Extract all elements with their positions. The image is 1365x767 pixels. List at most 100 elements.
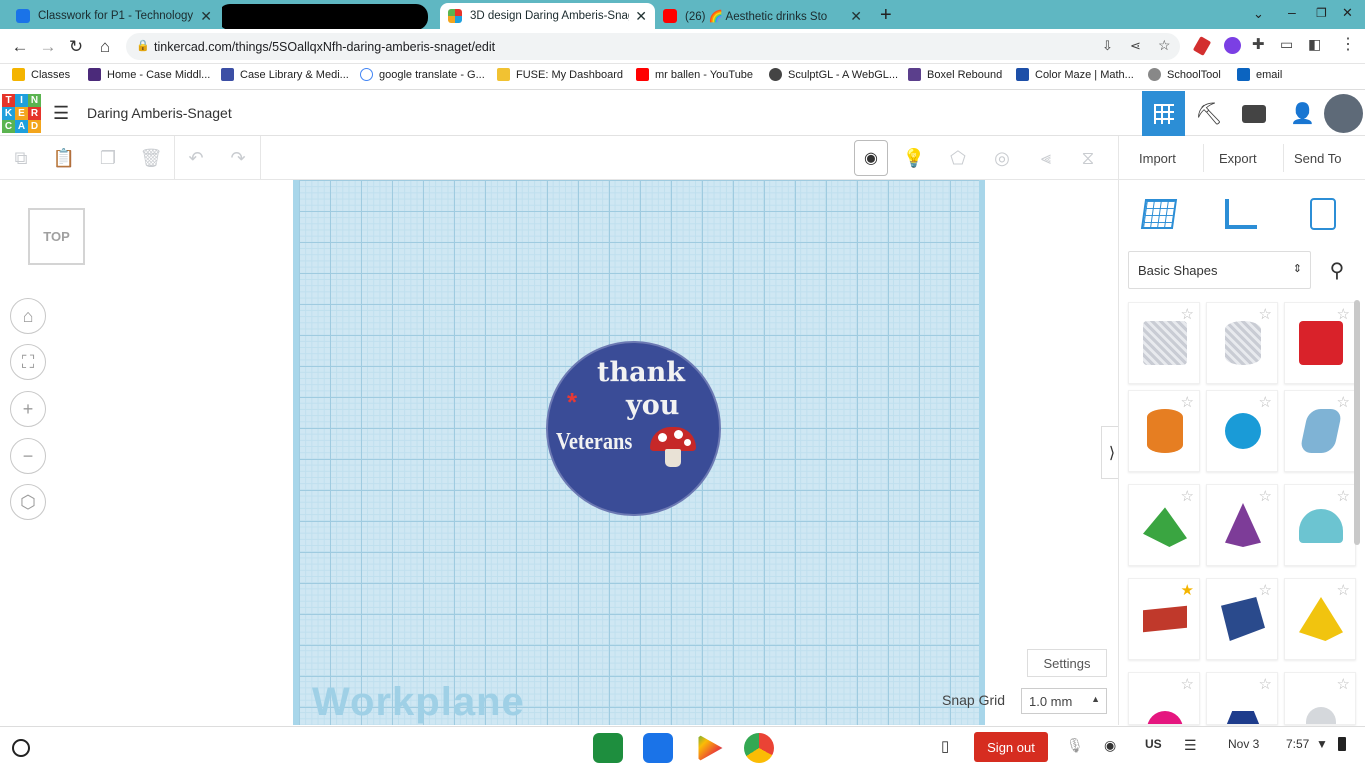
mirror-icon[interactable]: ⧖	[1076, 146, 1100, 170]
launcher-icon[interactable]	[12, 739, 30, 757]
workplane-tool-icon[interactable]	[1139, 194, 1179, 234]
shape-tile-cone[interactable]: ☆	[1206, 484, 1278, 566]
group-icon[interactable]: ⬠	[946, 146, 970, 170]
favorite-star-icon[interactable]: ☆	[1181, 487, 1194, 505]
bookmark-mr-ballen[interactable]: mr ballen - YouTube	[636, 68, 753, 81]
classroom-app-icon[interactable]	[593, 733, 623, 763]
shape-tile-sphere[interactable]: ☆	[1206, 390, 1278, 472]
search-icon[interactable]: ⚲	[1316, 251, 1358, 289]
home-view-icon[interactable]: ⌂	[10, 298, 46, 334]
bookmark-home-case[interactable]: Home - Case Middl...	[88, 68, 210, 81]
shape-tile-pyramid[interactable]: ☆	[1284, 578, 1356, 660]
cast-icon[interactable]: ▭	[1280, 36, 1293, 53]
favorite-star-icon[interactable]: ☆	[1337, 393, 1350, 411]
bookmark-color-maze[interactable]: Color Maze | Math...	[1016, 68, 1134, 81]
bookmark-fuse[interactable]: FUSE: My Dashboard	[497, 68, 623, 81]
shape-category-select[interactable]: Basic Shapes ⇕	[1128, 251, 1311, 289]
install-icon[interactable]: ⇩	[1102, 38, 1113, 54]
avatar[interactable]	[1324, 94, 1363, 133]
import-button[interactable]: Import	[1129, 144, 1186, 172]
favorite-star-icon[interactable]: ☆	[1259, 487, 1272, 505]
favorite-star-icon[interactable]: ☆	[1337, 305, 1350, 323]
send-to-button[interactable]: Send To	[1284, 144, 1351, 172]
select-to-speak-icon[interactable]: ◉	[1104, 737, 1116, 754]
close-tab-icon[interactable]: ✕	[635, 8, 647, 25]
tab-search-chevron-icon[interactable]: ⌄	[1253, 6, 1264, 22]
chrome-app-icon[interactable]	[744, 733, 774, 763]
favorite-star-icon[interactable]: ★	[1181, 581, 1194, 599]
restore-icon[interactable]: ❐	[1316, 6, 1327, 20]
shape-tile-cylinder[interactable]: ☆	[1128, 390, 1200, 472]
favorite-star-icon[interactable]: ☆	[1337, 581, 1350, 599]
favorite-star-icon[interactable]: ☆	[1181, 393, 1194, 411]
view-cube[interactable]: TOP	[28, 208, 85, 265]
duplicate-icon[interactable]: ❐	[96, 146, 120, 170]
shape-tile-half-sphere[interactable]: ☆	[1128, 672, 1200, 725]
files-app-icon[interactable]	[643, 733, 673, 763]
undo-icon[interactable]: ↶	[184, 146, 208, 170]
pickaxe-icon[interactable]: ⛏	[1195, 101, 1223, 127]
shape-tile-polygon[interactable]: ☆	[1206, 672, 1278, 725]
chrome-menu-icon[interactable]: ⋮	[1340, 34, 1356, 54]
3d-design-view-button[interactable]	[1142, 91, 1185, 136]
sign-out-button[interactable]: Sign out	[974, 732, 1048, 762]
bookmark-boxel[interactable]: Boxel Rebound	[908, 68, 1002, 81]
bookmark-google-translate[interactable]: google translate - G...	[360, 68, 485, 81]
mic-icon[interactable]: 🎙	[1066, 737, 1084, 754]
shape-tile-paraboloid[interactable]: ☆	[1284, 672, 1356, 725]
bookmark-star-icon[interactable]: ☆	[1158, 37, 1171, 54]
favorite-star-icon[interactable]: ☆	[1337, 675, 1350, 693]
fit-view-icon[interactable]: ⛶	[10, 344, 46, 380]
settings-button[interactable]: Settings	[1027, 649, 1107, 677]
favorite-star-icon[interactable]: ☆	[1181, 675, 1194, 693]
align-icon[interactable]: ⫷	[1034, 146, 1058, 170]
bookmark-schooltool[interactable]: SchoolTool	[1148, 68, 1221, 81]
extensions-puzzle-icon[interactable]: ✚	[1252, 35, 1265, 53]
bookmark-classes[interactable]: Classes	[12, 68, 70, 81]
panel-scrollbar[interactable]	[1354, 300, 1360, 545]
close-tab-icon[interactable]: ✕	[850, 8, 862, 25]
shape-tile-box-hole[interactable]: ☆	[1128, 302, 1200, 384]
reload-icon[interactable]: ↻	[64, 35, 88, 59]
zoom-out-icon[interactable]: −	[10, 438, 46, 474]
tab-classwork[interactable]: Classwork for P1 - Technology - ✕	[8, 3, 220, 29]
bookmark-case-library[interactable]: Case Library & Medi...	[221, 68, 349, 81]
favorite-star-icon[interactable]: ☆	[1337, 487, 1350, 505]
favorite-star-icon[interactable]: ☆	[1259, 393, 1272, 411]
shape-tile-box[interactable]: ☆	[1284, 302, 1356, 384]
date[interactable]: Nov 3	[1228, 737, 1259, 751]
favorite-star-icon[interactable]: ☆	[1259, 675, 1272, 693]
home-icon[interactable]: ⌂	[93, 35, 117, 59]
perspective-icon[interactable]: ⬡	[10, 484, 46, 520]
design-canvas[interactable]: Workplane thank you * Veterans TOP ⌂ ⛶ +…	[0, 180, 1118, 725]
bricks-icon[interactable]	[1242, 105, 1266, 123]
minimize-icon[interactable]: –	[1288, 4, 1296, 20]
clock[interactable]: 7:57	[1286, 737, 1309, 751]
shape-tile-shape-generator[interactable]: ☆	[1206, 578, 1278, 660]
favorite-star-icon[interactable]: ☆	[1259, 305, 1272, 323]
bookmark-email[interactable]: email	[1237, 68, 1282, 81]
share-icon[interactable]: ⋖	[1130, 38, 1141, 54]
tote-icon[interactable]: ☰	[1184, 737, 1197, 754]
tab-tinkercad[interactable]: 3D design Daring Amberis-Snag ✕	[440, 3, 655, 29]
ruler-icon[interactable]	[1221, 194, 1261, 234]
zoom-in-icon[interactable]: +	[10, 391, 46, 427]
notes-icon[interactable]: ◉	[854, 140, 888, 176]
design-title[interactable]: Daring Amberis-Snaget	[87, 105, 232, 121]
close-window-icon[interactable]: ✕	[1342, 5, 1353, 21]
shape-tile-text[interactable]: ★	[1128, 578, 1200, 660]
lightbulb-icon[interactable]: 💡	[902, 146, 926, 170]
thank-you-veterans-disc[interactable]: thank you * Veterans	[546, 341, 721, 516]
tab-youtube[interactable]: (26) 🌈 Aesthetic drinks Sto ✕	[655, 3, 870, 29]
new-tab-icon[interactable]: +	[880, 4, 892, 27]
back-icon[interactable]: ←	[8, 35, 32, 59]
extension-purple-icon[interactable]	[1224, 37, 1241, 54]
side-panel-icon[interactable]: ◧	[1308, 36, 1321, 53]
redo-icon[interactable]: ↷	[226, 146, 250, 170]
extension-pen-icon[interactable]	[1192, 36, 1212, 56]
tab-redacted[interactable]	[222, 3, 434, 29]
snap-grid-select[interactable]: 1.0 mm ▲	[1021, 688, 1107, 714]
shape-tile-scribble[interactable]: ☆	[1284, 390, 1356, 472]
export-button[interactable]: Export	[1209, 144, 1267, 172]
forward-icon[interactable]: →	[36, 35, 60, 59]
